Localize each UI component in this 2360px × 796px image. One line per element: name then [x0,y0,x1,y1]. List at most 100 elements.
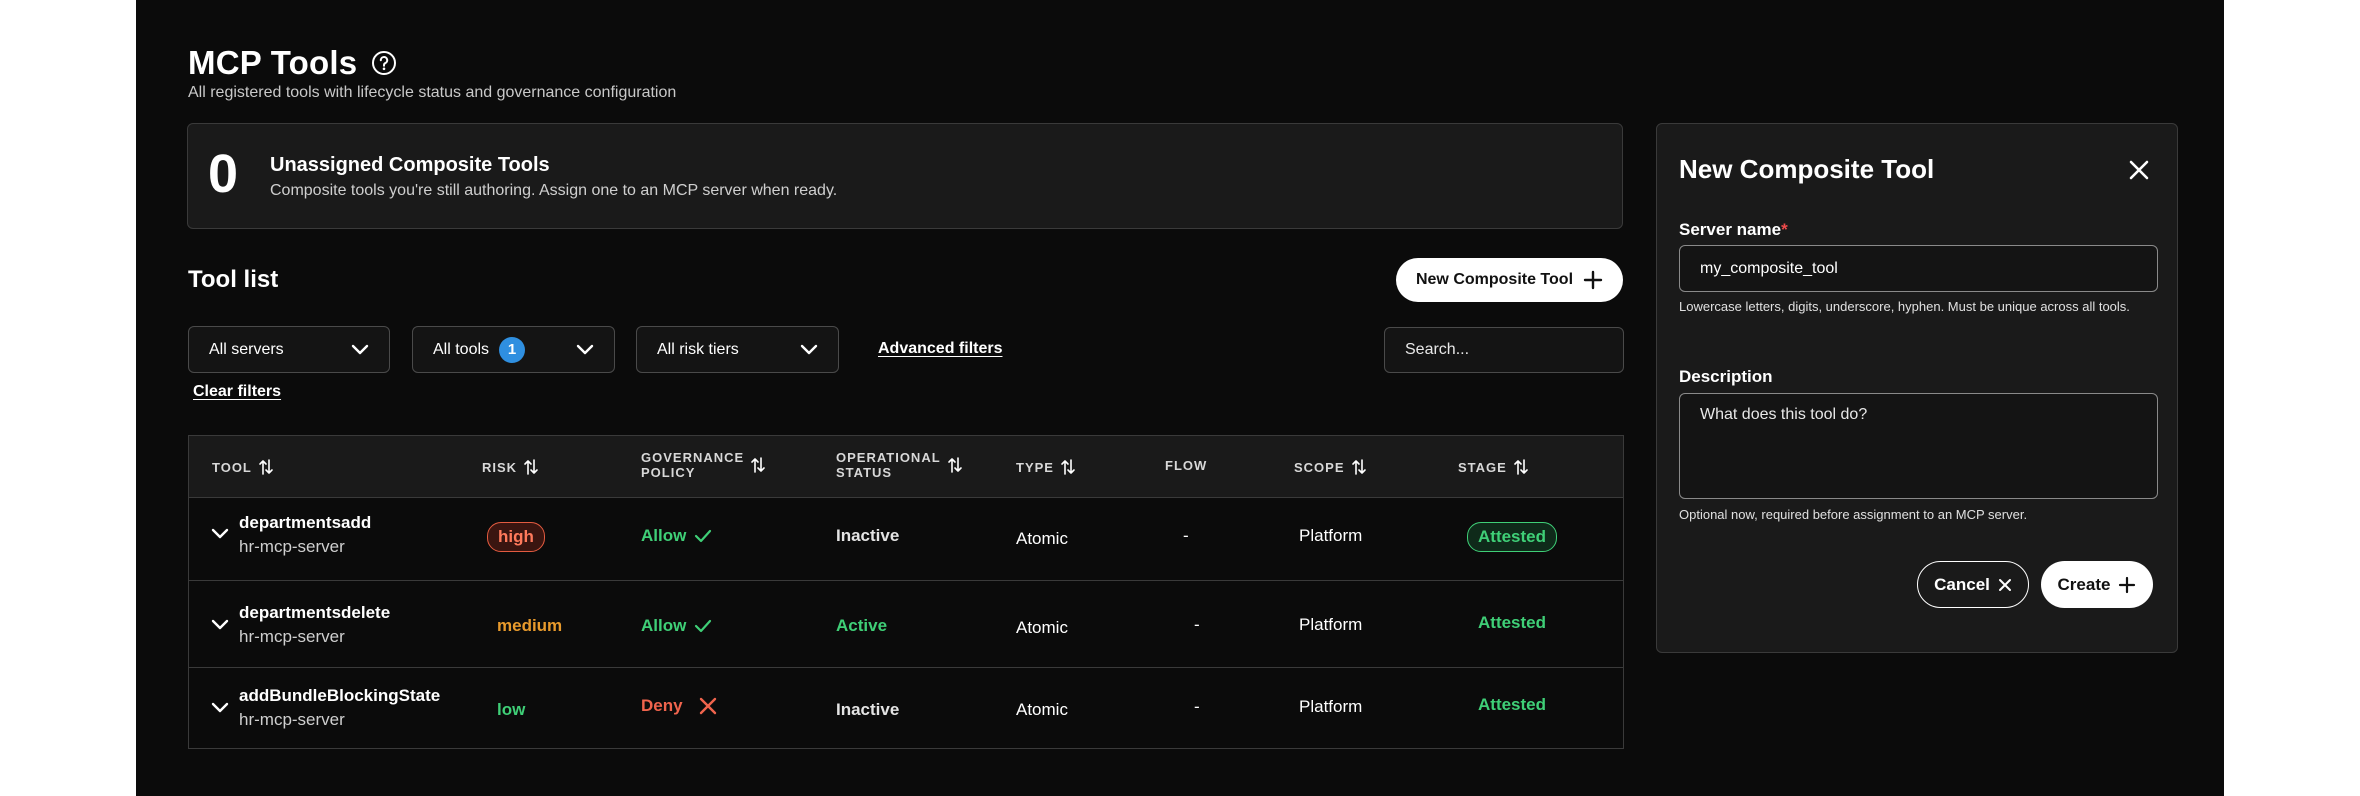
table-row[interactable]: addBundleBlockingState hr-mcp-server low… [189,668,1623,748]
risk-badge-high: high [487,522,545,552]
tool-cell: departmentsdelete hr-mcp-server [239,603,390,647]
status-cell: Inactive [836,700,900,719]
flow-cell: - [1183,526,1189,545]
stage-cell: Attested [1478,613,1547,632]
clear-filters-link[interactable]: Clear filters [193,383,281,401]
risk-filter-dropdown[interactable]: All risk tiers [636,326,839,373]
chevron-down-icon [576,344,594,355]
risk-cell: low [497,700,526,719]
close-icon[interactable] [2127,158,2151,182]
sort-icon [1060,458,1076,476]
description-label: Description [1679,367,1773,386]
table-row[interactable]: departmentsdelete hr-mcp-server medium A… [189,581,1623,668]
description-textarea[interactable] [1679,393,2158,499]
panel-title: New Composite Tool [1679,154,1935,184]
server-name-label-text: Server name [1679,220,1782,239]
stage-cell: Attested [1467,522,1558,552]
new-composite-tool-button[interactable]: New Composite Tool [1396,258,1623,302]
new-composite-tool-panel: New Composite Tool Server name* Lowercas… [1656,123,2178,653]
column-header-tool[interactable]: TOOL [212,458,274,476]
page-subtitle: All registered tools with lifecycle stat… [188,84,677,101]
cancel-label: Cancel [1934,574,1990,594]
column-label: TOOL [212,459,252,475]
sort-icon [750,456,766,474]
column-header-scope[interactable]: SCOPE [1294,458,1367,476]
tool-server: hr-mcp-server [239,710,345,729]
scope-cell: Platform [1299,697,1363,716]
tool-filter-dropdown[interactable]: All tools 1 [412,326,615,373]
sort-icon [258,458,274,476]
tool-list-title: Tool list [188,266,279,293]
tool-server: hr-mcp-server [239,627,345,646]
column-header-stage[interactable]: STAGE [1458,458,1529,476]
unassigned-count: 0 [208,144,239,204]
governance-value: Allow [641,616,687,635]
tool-name: departmentsadd [239,513,372,532]
sort-icon [947,456,963,474]
summary-description: Composite tools you're still authoring. … [270,182,838,199]
help-icon[interactable] [371,50,397,76]
server-name-help: Lowercase letters, digits, underscore, h… [1679,299,2130,314]
type-cell: Atomic [1016,700,1068,719]
flow-cell: - [1194,615,1200,634]
column-header-flow: FLOW [1165,458,1207,473]
x-icon [699,697,716,715]
flow-cell: - [1194,697,1200,716]
chevron-down-icon[interactable] [211,617,229,631]
tool-server: hr-mcp-server [239,537,345,556]
column-label: OPERATIONAL STATUS [836,450,941,480]
server-name-label: Server name* [1679,220,1788,240]
governance-value: Deny [641,696,683,715]
tool-cell: addBundleBlockingState hr-mcp-server [239,686,440,730]
plus-icon [1583,270,1603,290]
column-label-line: STATUS [836,465,893,480]
governance-value: Allow [641,526,687,545]
summary-title: Unassigned Composite Tools [270,154,550,176]
risk-filter-value: All risk tiers [657,340,739,358]
column-label: STAGE [1458,459,1507,475]
column-label: SCOPE [1294,459,1345,475]
governance-cell: Allow [641,616,712,636]
risk-cell: medium [497,616,563,635]
column-header-governance-policy[interactable]: GOVERNANCE POLICY [641,450,766,480]
column-label: RISK [482,459,518,475]
cancel-button[interactable]: Cancel [1917,561,2029,608]
server-name-input[interactable] [1679,245,2158,292]
create-button[interactable]: Create [2041,561,2153,608]
sort-icon [1513,458,1529,476]
type-cell: Atomic [1016,618,1068,637]
stage-cell: Attested [1478,695,1547,714]
table-row[interactable]: departmentsadd hr-mcp-server high Allow … [189,498,1623,581]
status-cell: Active [836,616,888,635]
column-header-risk[interactable]: RISK [482,458,539,476]
column-header-operational-status[interactable]: OPERATIONAL STATUS [836,450,963,480]
column-label-line: GOVERNANCE [641,450,745,465]
column-label-line: POLICY [641,465,696,480]
unassigned-summary-card: 0 Unassigned Composite Tools Composite t… [187,123,1623,229]
sort-icon [1351,458,1367,476]
tools-table: TOOL RISK GOVERNANCE POLICY OPERATIONAL ST… [188,435,1624,749]
governance-cell: Allow [641,526,712,546]
governance-cell: Deny [641,696,719,716]
status-cell: Inactive [836,526,900,545]
column-label: GOVERNANCE POLICY [641,450,744,480]
column-label: FLOW [1165,458,1208,473]
server-filter-value: All servers [209,340,284,358]
chevron-down-icon [351,344,369,355]
risk-cell: high [487,522,545,552]
scope-cell: Platform [1299,526,1363,545]
column-header-type[interactable]: TYPE [1016,458,1076,476]
server-filter-dropdown[interactable]: All servers [188,326,390,373]
chevron-down-icon[interactable] [211,700,229,714]
close-icon [1998,578,2011,591]
sort-icon [523,458,539,476]
page-title: MCP Tools [188,44,358,81]
column-label-line: OPERATIONAL [836,450,941,465]
tool-cell: departmentsadd hr-mcp-server [239,513,371,557]
check-icon [695,529,712,543]
tool-name: departmentsdelete [239,603,391,622]
new-composite-tool-label: New Composite Tool [1415,271,1574,288]
chevron-down-icon[interactable] [211,526,229,540]
search-input[interactable] [1384,327,1624,373]
advanced-filters-link[interactable]: Advanced filters [878,340,1002,358]
